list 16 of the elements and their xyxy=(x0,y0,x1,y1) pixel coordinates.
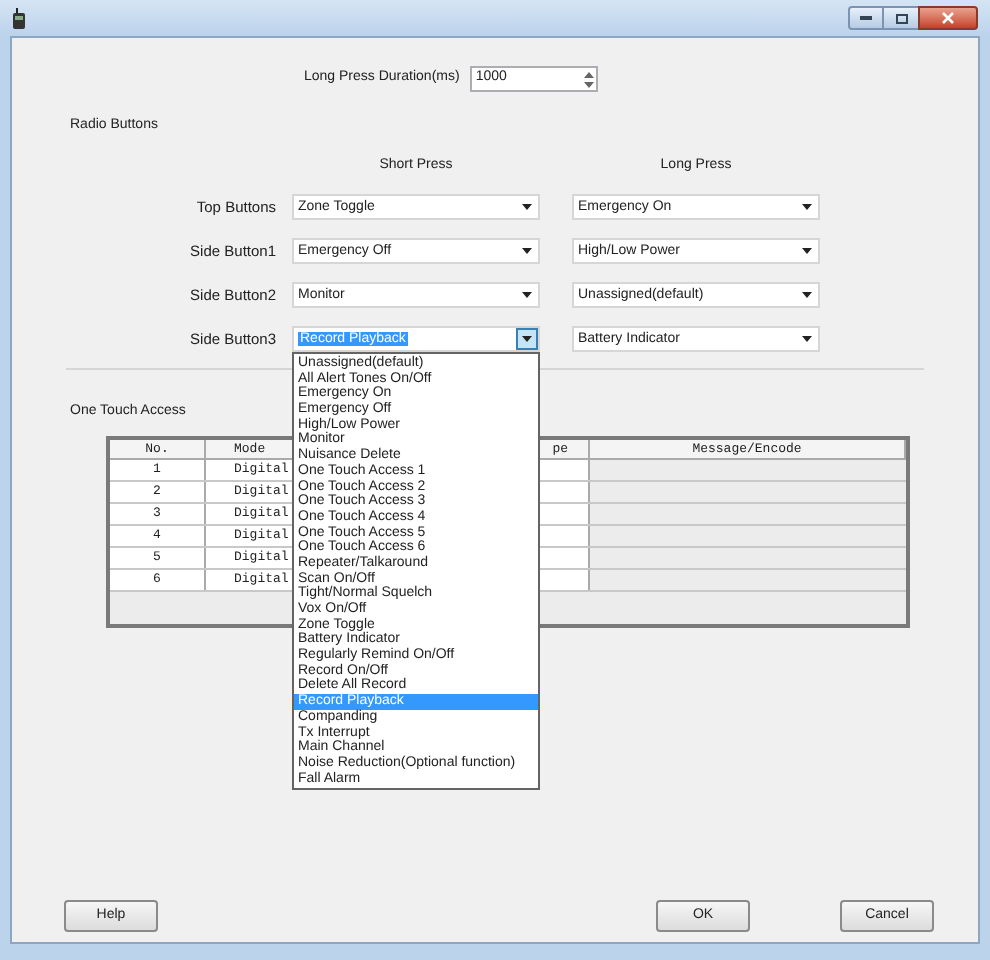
dropdown-arrow-icon xyxy=(802,204,812,210)
minimize-button[interactable] xyxy=(848,6,884,30)
minimize-icon xyxy=(860,16,872,20)
dropdown-arrow-icon xyxy=(522,292,532,298)
dropdown-arrow-icon xyxy=(522,336,532,342)
dropdown-arrow-icon xyxy=(522,248,532,254)
dropdown-arrow-icon xyxy=(522,204,532,210)
radio-icon xyxy=(12,7,26,29)
maximize-button[interactable] xyxy=(884,6,918,30)
close-button[interactable] xyxy=(918,6,978,30)
maximize-icon xyxy=(895,13,907,23)
close-icon xyxy=(942,12,954,24)
dropdown-arrow-icon xyxy=(802,292,812,298)
dropdown-arrow-icon xyxy=(802,248,812,254)
spin-arrows-icon[interactable] xyxy=(581,69,596,89)
dropdown-arrow-icon xyxy=(802,336,812,342)
